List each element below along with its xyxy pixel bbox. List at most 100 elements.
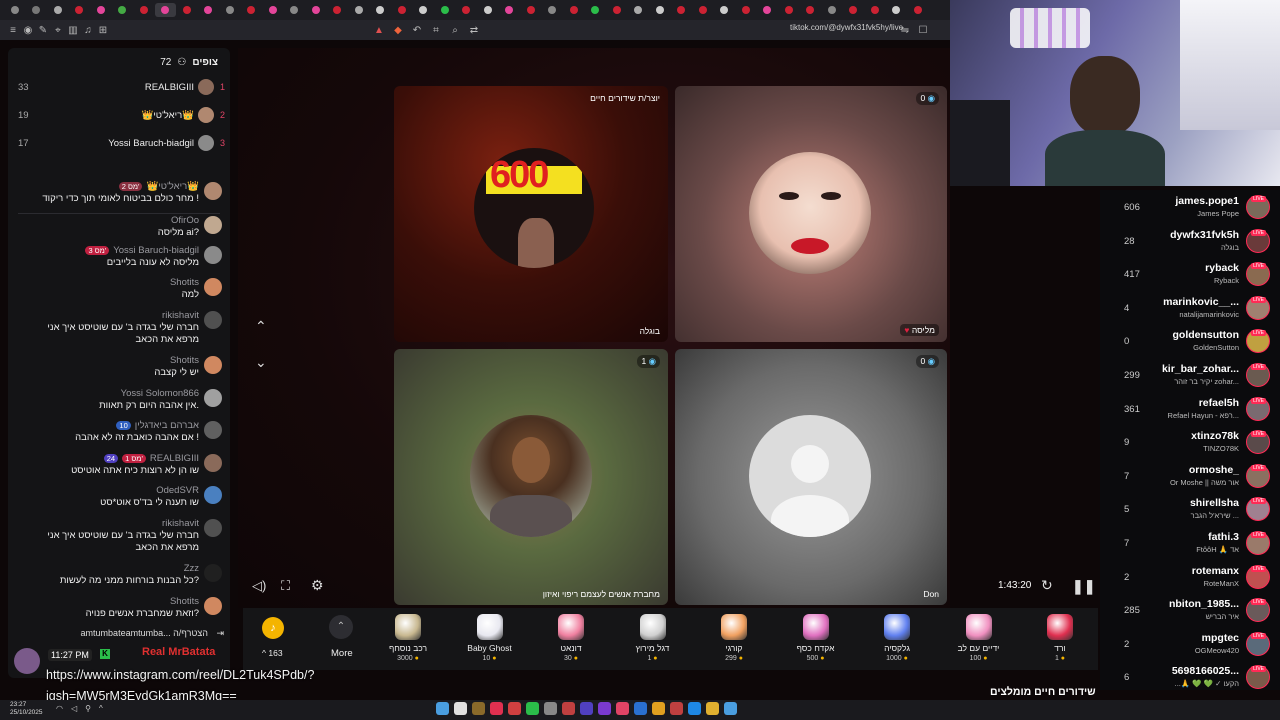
avatar[interactable] (204, 454, 222, 472)
browser-tab[interactable] (542, 3, 564, 17)
volume-icon[interactable]: ◁) (252, 578, 266, 594)
avatar[interactable] (204, 216, 222, 234)
chat-message[interactable]: Yossi Solomon866 אין אהבה היום רק תאוות. (8, 388, 230, 416)
chat-message[interactable]: OdedSVR שו תענה לי בד'ס אוט*סט (8, 485, 230, 513)
more-gifts-button[interactable]: ⌃ (329, 615, 353, 639)
taskbar-app-icon[interactable] (580, 702, 593, 715)
tiktok-coin-button[interactable]: ♪ (262, 617, 284, 639)
browser-tab[interactable] (520, 3, 542, 17)
browser-tab[interactable] (821, 3, 843, 17)
browser-tab[interactable] (112, 3, 134, 17)
chat-message[interactable]: Shotits וזאת שמחברת אנשים פנויה? (8, 596, 230, 624)
fullscreen-icon[interactable]: ⛶ (281, 578, 290, 594)
taskbar-app-icon[interactable] (706, 702, 719, 715)
mic-icon[interactable]: ⚲ (85, 704, 91, 713)
chat-message[interactable]: rikishavit חברה שלי בגדה ב' עם שוטיסט איך… (8, 518, 230, 558)
chat-message[interactable]: 10 אברהם ביאדגלין אם אהבה כואבת זה לא אהבה… (8, 420, 230, 448)
settings-icon[interactable]: ⚙ (311, 577, 324, 594)
avatar[interactable] (204, 519, 222, 537)
chat-username[interactable]: OdedSVR (156, 485, 199, 496)
browser-tab[interactable] (434, 3, 456, 17)
leaderboard-row[interactable]: 28 dywfx31fvk5h בוגלה LIVE (1100, 224, 1280, 257)
chat-username[interactable]: Zzz (184, 563, 199, 574)
browser-tab[interactable] (628, 3, 650, 17)
leaderboard-row[interactable]: 0 goldensutton GoldenSutton LIVE (1100, 324, 1280, 357)
browser-tab[interactable] (327, 3, 349, 17)
taskbar-app-icon[interactable] (562, 702, 575, 715)
browser-tab[interactable] (671, 3, 693, 17)
browser-tab[interactable] (563, 3, 585, 17)
browser-tab[interactable] (69, 3, 91, 17)
browser-tab[interactable] (800, 3, 822, 17)
taskbar-app-icon[interactable] (544, 702, 557, 715)
browser-tab[interactable] (907, 3, 929, 17)
browser-tab[interactable] (262, 3, 284, 17)
guest-tile-2[interactable]: 0 ◉ ♥ מליסה (675, 86, 947, 342)
leaderboard-row[interactable]: 606 james.pope1 James Pope LIVE (1100, 190, 1280, 223)
gift-item[interactable]: רכב נוסחף 3000 ● (375, 608, 441, 670)
chat-username[interactable]: Yossi Solomon866 (121, 388, 199, 399)
browser-tab[interactable] (778, 3, 800, 17)
back-icon[interactable]: ↶ (410, 23, 424, 37)
chat-message[interactable]: 24 1 מס' REALBIGIII שו הן לא רוצות כיח אתה … (8, 453, 230, 481)
browser-tab[interactable] (370, 3, 392, 17)
browser-tab[interactable] (154, 3, 176, 17)
browser-tab[interactable] (456, 3, 478, 17)
guest-tile-1[interactable]: 600 יוצר/ת שידורים חיים בוגלה (394, 86, 668, 342)
taskbar-app-icon[interactable] (688, 702, 701, 715)
browser-tab[interactable] (219, 3, 241, 17)
browser-tab[interactable] (886, 3, 908, 17)
leaderboard-row[interactable]: 2 rotemanx RoteManX LIVE (1100, 560, 1280, 593)
chat-username[interactable]: 👑ריאל'טי👑 (146, 181, 199, 192)
viewers-header[interactable]: 72 ⚇ צופים (160, 57, 218, 68)
browser-tab[interactable] (305, 3, 327, 17)
taskbar-app-icon[interactable] (508, 702, 521, 715)
avatar[interactable] (204, 389, 222, 407)
browser-tab[interactable] (864, 3, 886, 17)
browser-tab[interactable] (90, 3, 112, 17)
taskbar-app-icon[interactable] (490, 702, 503, 715)
taskbar-app-icon[interactable] (472, 702, 485, 715)
browser-tab[interactable] (348, 3, 370, 17)
leaderboard-row[interactable]: 7 fathi.3 FtôôH 🙏 אד LIVE (1100, 526, 1280, 559)
taskbar-app-icon[interactable] (670, 702, 683, 715)
warning-icon[interactable]: ▲ (372, 23, 386, 37)
leaderboard-row[interactable]: 5 shirellsha שירא'ל הגבר ... LIVE (1100, 492, 1280, 525)
taskbar-app-icon[interactable] (526, 702, 539, 715)
browser-tab[interactable] (26, 3, 48, 17)
pen-icon[interactable]: ✎ (36, 23, 50, 37)
browser-tab[interactable] (176, 3, 198, 17)
guest-tile-4[interactable]: 0 ◉ Don (675, 349, 947, 605)
leaderboard-row[interactable]: 7 ormoshe_ Or Moshe || אור משה LIVE (1100, 459, 1280, 492)
leaderboard-row[interactable]: 417 ryback Ryback LIVE (1100, 257, 1280, 290)
avatar[interactable] (204, 597, 222, 615)
chat-username[interactable]: Shotits (170, 596, 199, 607)
browser-tab[interactable] (585, 3, 607, 17)
taskbar-app-icon[interactable] (436, 702, 449, 715)
browser-tab[interactable] (198, 3, 220, 17)
leaderboard-row[interactable]: 299 kir_bar_zohar... יקיר בר זוהר zohar...… (1100, 358, 1280, 391)
extensions-icon[interactable]: ⊞ (96, 23, 110, 37)
address-bar-url[interactable]: tiktok.com/@dywfx31fvk5hy/live (790, 23, 903, 32)
refresh-icon[interactable]: ↻ (1041, 577, 1053, 594)
browser-tab[interactable] (649, 3, 671, 17)
chat-username[interactable]: Yossi Baruch-biadgil (113, 245, 199, 256)
browser-tab[interactable] (241, 3, 263, 17)
leaderboard-row[interactable]: 9 xtinzo78k TINZO78K LIVE (1100, 425, 1280, 458)
pause-icon[interactable]: ❚❚ (1072, 578, 1095, 595)
wifi-icon[interactable]: ◠ (56, 704, 63, 713)
browser-tab[interactable] (714, 3, 736, 17)
avatar[interactable] (204, 182, 222, 200)
taskbar-app-icon[interactable] (598, 702, 611, 715)
gift-item[interactable]: ורד 1 ● (1027, 608, 1093, 670)
guest-tile-3[interactable]: 1 ◉ מחברת אנשים לעצמם ריפוי ואיזון (394, 349, 668, 605)
browser-tab[interactable] (757, 3, 779, 17)
gift-item[interactable]: דגל מירוץ 1 ● (620, 608, 686, 670)
avatar[interactable] (204, 421, 222, 439)
bookmark-icon[interactable]: ☐ (916, 23, 930, 37)
avatar[interactable] (204, 278, 222, 296)
top-viewer-row[interactable]: 19 👑ריאל'טי👑 2 (8, 105, 230, 127)
top-viewer-row[interactable]: 17 Yossi Baruch-biadgil 3 (8, 133, 230, 155)
menu-icon[interactable]: ≡ (6, 23, 20, 37)
chat-username[interactable]: REALBIGIII (150, 453, 199, 464)
